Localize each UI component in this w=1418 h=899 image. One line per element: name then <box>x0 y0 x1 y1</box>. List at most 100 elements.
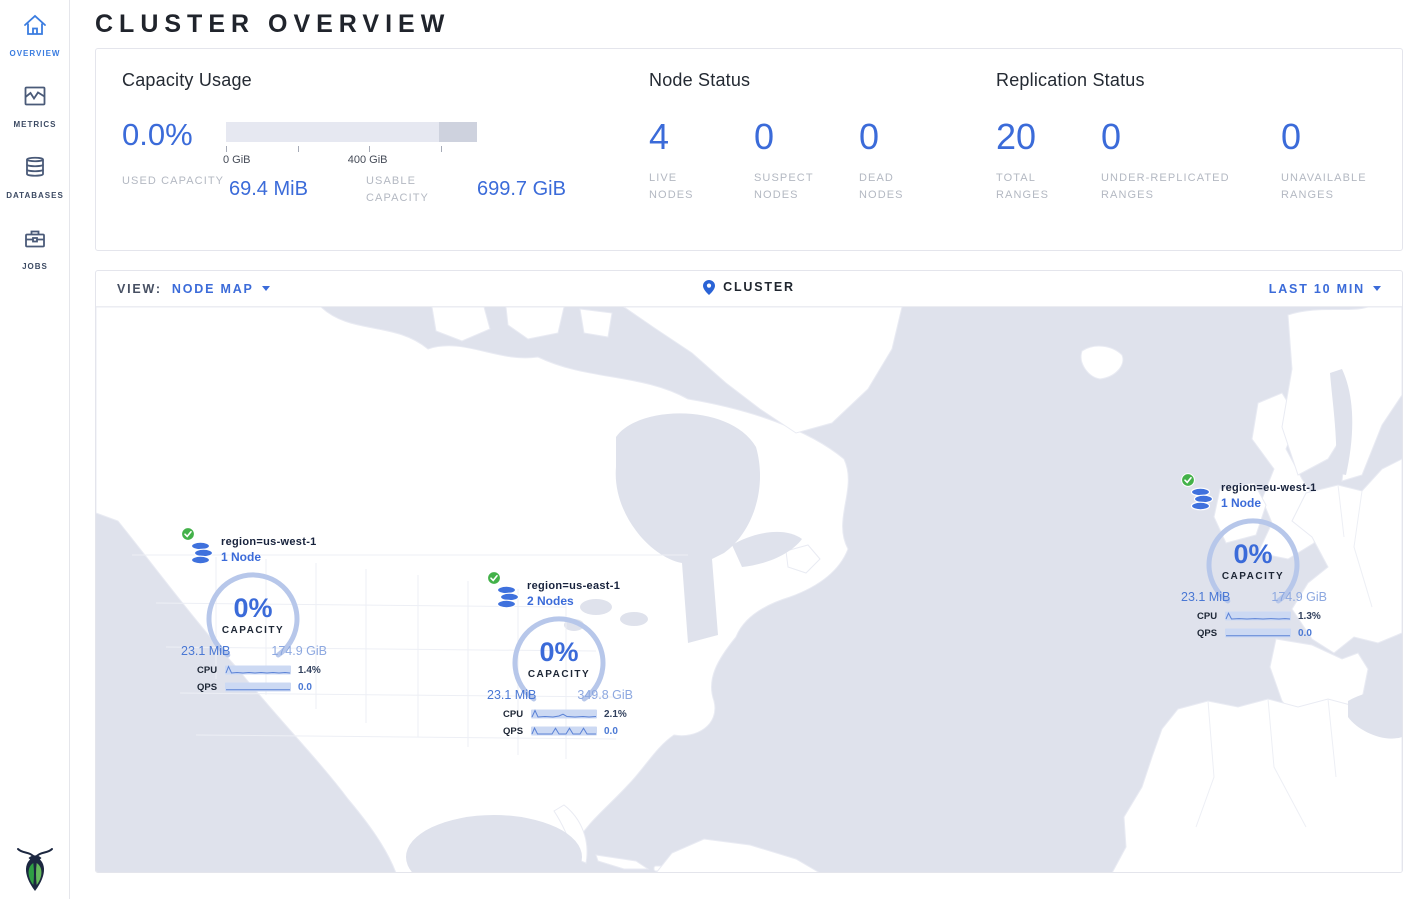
view-bar: VIEW: NODE MAP CLUSTER LAST 10 MIN <box>96 271 1402 307</box>
main-content: CLUSTER OVERVIEW Capacity Usage 0.0% 0 G… <box>70 9 1418 873</box>
region-nodes-link[interactable]: 1 Node <box>1221 496 1329 510</box>
suspect-nodes-stat: 0 SUSPECT NODES <box>754 117 859 204</box>
qps-sparkline <box>225 681 291 693</box>
region-capacity-value: 174.9 GiB <box>1271 590 1327 604</box>
qps-spark-row: QPS 0.0 <box>503 725 631 737</box>
cpu-spark-row: CPU 1.3% <box>1197 610 1325 622</box>
page-title: CLUSTER OVERVIEW <box>95 9 1403 39</box>
qps-spark-row: QPS 0.0 <box>1197 627 1325 639</box>
cpu-spark-row: CPU 2.1% <box>503 708 631 720</box>
sidebar-item-databases[interactable]: DATABASES <box>0 142 70 213</box>
qps-label: QPS <box>503 726 531 737</box>
cpu-sparkline <box>1225 610 1291 622</box>
qps-spark-row: QPS 0.0 <box>197 681 325 693</box>
region-capacity-value: 174.9 GiB <box>271 644 327 658</box>
sidebar-item-label: OVERVIEW <box>10 49 61 58</box>
sidebar-item-overview[interactable]: OVERVIEW <box>0 0 70 71</box>
region-badge-us-east-1: region=us-east-1 2 Nodes 0% CAPACITY 23.… <box>485 569 635 741</box>
region-name[interactable]: region=us-east-1 <box>527 580 635 592</box>
unavailable-ranges-value: 0 <box>1281 117 1391 157</box>
node-map-card: VIEW: NODE MAP CLUSTER LAST 10 MIN <box>95 270 1403 873</box>
sidebar-item-jobs[interactable]: JOBS <box>0 213 70 284</box>
capacity-percent: 0.0% <box>122 120 226 150</box>
region-capacity-label: CAPACITY <box>203 625 303 636</box>
breadcrumb: CLUSTER <box>96 280 1402 298</box>
region-capacity-percent: 0% <box>203 593 303 624</box>
database-stack-icon <box>495 585 521 614</box>
node-status-title: Node Status <box>649 70 996 91</box>
cpu-label: CPU <box>197 665 225 676</box>
suspect-nodes-value: 0 <box>754 117 859 157</box>
region-badge-us-west-1: region=us-west-1 1 Node 0% CAPACITY 23.1… <box>179 525 329 697</box>
dead-nodes-stat: 0 DEAD NODES <box>859 117 917 204</box>
region-capacity-percent: 0% <box>509 637 609 668</box>
view-selector-value: NODE MAP <box>172 282 254 296</box>
dead-nodes-label: DEAD NODES <box>859 170 917 204</box>
usable-capacity-value: 699.7 GiB <box>477 178 566 201</box>
region-nodes-link[interactable]: 1 Node <box>221 550 329 564</box>
region-name[interactable]: region=eu-west-1 <box>1221 482 1329 494</box>
capacity-bar-segment <box>439 122 477 142</box>
region-capacity-percent: 0% <box>1203 539 1303 570</box>
sidebar-item-label: JOBS <box>22 262 48 271</box>
under-replicated-ranges-value: 0 <box>1101 117 1281 157</box>
database-stack-icon <box>1189 487 1215 516</box>
region-capacity-label: CAPACITY <box>1203 571 1303 582</box>
qps-label: QPS <box>197 682 225 693</box>
chevron-down-icon <box>262 286 270 291</box>
live-nodes-value: 4 <box>649 117 754 157</box>
database-stack-icon <box>189 541 215 570</box>
capacity-tick-0: 0 GiB <box>223 154 251 166</box>
node-status-section: Node Status 4 LIVE NODES 0 SUSPECT NODES… <box>649 70 996 226</box>
region-capacity-value: 349.8 GiB <box>577 688 633 702</box>
qps-value: 0.0 <box>1298 628 1312 639</box>
qps-sparkline <box>531 725 597 737</box>
sidebar-item-metrics[interactable]: METRICS <box>0 71 70 142</box>
live-nodes-label: LIVE NODES <box>649 170 711 204</box>
region-name[interactable]: region=us-west-1 <box>221 536 329 548</box>
total-ranges-label: TOTAL RANGES <box>996 170 1060 204</box>
cpu-label: CPU <box>503 709 531 720</box>
unavailable-ranges-stat: 0 UNAVAILABLE RANGES <box>1281 117 1391 204</box>
breadcrumb-label: CLUSTER <box>723 280 795 294</box>
node-map[interactable]: region=us-west-1 1 Node 0% CAPACITY 23.1… <box>96 307 1402 873</box>
time-range-value: LAST 10 MIN <box>1269 282 1365 296</box>
replication-status-title: Replication Status <box>996 70 1376 91</box>
home-icon <box>22 13 48 37</box>
region-badge-eu-west-1: region=eu-west-1 1 Node 0% CAPACITY 23.1… <box>1179 471 1329 643</box>
suspect-nodes-label: SUSPECT NODES <box>754 170 832 204</box>
unavailable-ranges-label: UNAVAILABLE RANGES <box>1281 170 1391 204</box>
chevron-down-icon <box>1373 286 1381 291</box>
under-replicated-ranges-stat: 0 UNDER-REPLICATED RANGES <box>1101 117 1281 204</box>
sidebar-item-label: DATABASES <box>6 191 64 200</box>
briefcase-icon <box>22 226 48 250</box>
total-ranges-value: 20 <box>996 117 1101 157</box>
cluster-summary-card: Capacity Usage 0.0% 0 GiB 400 GiB USED C… <box>95 48 1403 251</box>
used-capacity-label: USED CAPACITY <box>122 173 229 190</box>
capacity-usage-title: Capacity Usage <box>122 70 649 91</box>
cpu-value: 2.1% <box>604 709 627 720</box>
capacity-bar: 0 GiB 400 GiB <box>226 120 477 150</box>
cpu-sparkline <box>531 708 597 720</box>
used-capacity-value: 69.4 MiB <box>229 178 366 201</box>
region-capacity-label: CAPACITY <box>509 669 609 680</box>
live-nodes-stat: 4 LIVE NODES <box>649 117 754 204</box>
cockroachdb-logo[interactable] <box>15 845 55 893</box>
cpu-label: CPU <box>1197 611 1225 622</box>
region-used-value: 23.1 MiB <box>1181 590 1230 604</box>
dead-nodes-value: 0 <box>859 117 917 157</box>
database-icon <box>22 155 48 179</box>
region-nodes-link[interactable]: 2 Nodes <box>527 594 635 608</box>
under-replicated-ranges-label: UNDER-REPLICATED RANGES <box>1101 170 1261 204</box>
time-range-selector[interactable]: LAST 10 MIN <box>1269 282 1381 296</box>
qps-value: 0.0 <box>604 726 618 737</box>
region-used-value: 23.1 MiB <box>487 688 536 702</box>
usable-capacity-label: USABLE CAPACITY <box>366 173 477 207</box>
cpu-sparkline <box>225 664 291 676</box>
total-ranges-stat: 20 TOTAL RANGES <box>996 117 1101 204</box>
qps-value: 0.0 <box>298 682 312 693</box>
view-selector[interactable]: NODE MAP <box>172 282 270 296</box>
capacity-tick-400: 400 GiB <box>348 154 388 166</box>
region-used-value: 23.1 MiB <box>181 644 230 658</box>
qps-label: QPS <box>1197 628 1225 639</box>
